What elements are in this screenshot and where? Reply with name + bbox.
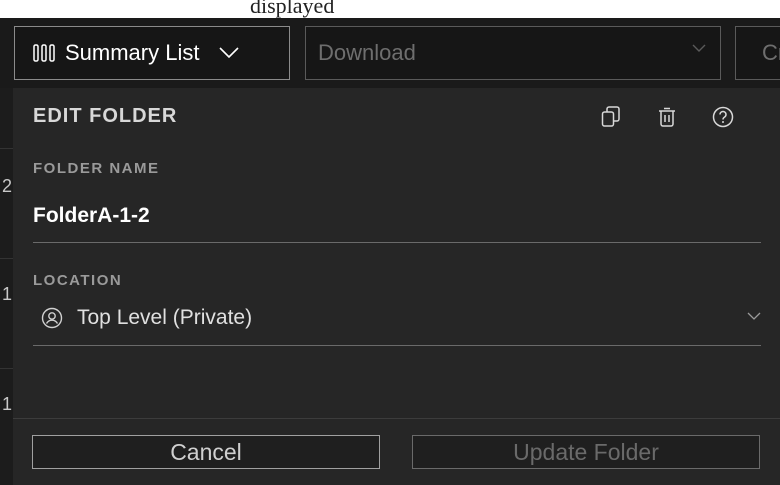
row-divider [0,368,13,369]
footer-divider [13,418,780,419]
columns-icon [33,44,55,62]
update-folder-button[interactable]: Update Folder [412,435,760,469]
summary-list-button[interactable]: Summary List [14,26,290,80]
folder-name-label: FOLDER NAME [33,160,160,177]
folder-name-underline [33,242,761,243]
location-value: Top Level (Private) [77,306,253,329]
download-select[interactable]: Download [305,26,721,80]
app-window: displayed Summary List Download Cr [0,0,780,485]
user-icon [41,307,63,329]
summary-list-label: Summary List [65,40,200,65]
update-folder-button-label: Update Folder [513,438,659,465]
location-label: LOCATION [33,272,123,289]
row-divider [0,258,13,259]
trash-icon[interactable] [654,104,680,130]
chevron-down-icon [219,47,240,59]
panel-title: EDIT FOLDER [33,105,178,127]
caption-text: displayed [250,0,335,18]
panel-actions [598,104,736,130]
create-button[interactable]: Cr [735,26,780,80]
edit-folder-panel: EDIT FOLDER FOLDER NAME FolderA-1-2 LOCA… [13,88,780,485]
row-divider [0,148,13,149]
location-underline [33,345,761,346]
help-icon[interactable] [710,104,736,130]
row-digit: 2 [2,176,13,196]
row-digit: 1 [2,284,13,304]
location-select[interactable]: Top Level (Private) [33,298,761,338]
toolbar: Summary List Download Cr [0,18,780,88]
chevron-down-icon [692,44,706,53]
row-digit: 1 [2,394,13,414]
background-list: 2 1 1 [0,88,13,485]
create-button-label: Cr [762,40,780,65]
download-placeholder: Download [318,40,416,65]
cancel-button-label: Cancel [170,438,242,465]
folder-name-input[interactable]: FolderA-1-2 [33,204,150,228]
cancel-button[interactable]: Cancel [32,435,380,469]
chevron-down-icon [747,312,761,321]
caption-strip: displayed [0,0,780,18]
copy-icon[interactable] [598,104,624,130]
